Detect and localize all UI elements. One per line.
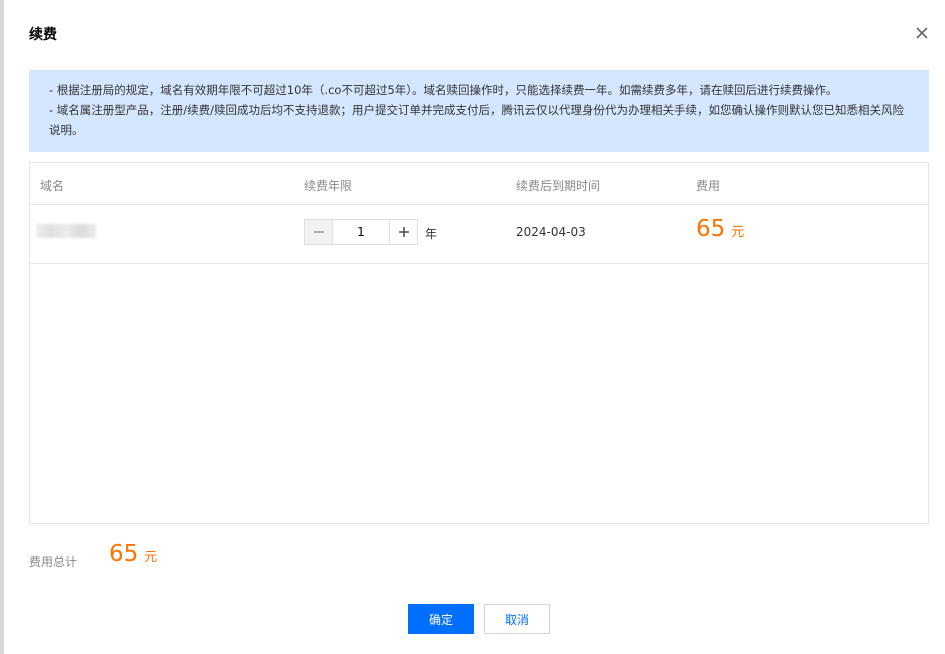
dialog-title: 续费 [29, 27, 57, 43]
total-price: 65 元 [109, 541, 157, 567]
renew-dialog: 续费 - 根据注册局的规定，域名有效期年限不可超过10年（.co不可超过5年）。… [4, 0, 945, 654]
total-label: 费用总计 [29, 555, 78, 569]
years-unit: 年 [425, 227, 438, 241]
years-input[interactable] [333, 220, 389, 244]
minus-icon[interactable] [305, 220, 333, 244]
renew-table: 域名 续费年限 续费后到期时间 费用 年 2024-04-03 65 元 [29, 162, 929, 524]
row-price-currency: 元 [731, 225, 745, 240]
table-header: 域名 续费年限 续费后到期时间 费用 [30, 163, 928, 205]
notice-box: - 根据注册局的规定，域名有效期年限不可超过10年（.co不可超过5年）。域名赎… [29, 70, 929, 152]
header-domain: 域名 [40, 179, 65, 193]
notice-line: - 根据注册局的规定，域名有效期年限不可超过10年（.co不可超过5年）。域名赎… [49, 83, 838, 97]
table-row: 年 2024-04-03 65 元 [30, 204, 928, 264]
close-icon[interactable] [913, 24, 931, 42]
domain-name-redacted [36, 224, 96, 238]
confirm-button[interactable]: 确定 [408, 604, 474, 634]
row-price: 65 元 [696, 216, 744, 242]
total-price-value: 65 [109, 541, 139, 567]
cancel-button[interactable]: 取消 [484, 604, 550, 634]
header-years: 续费年限 [304, 179, 353, 193]
row-price-value: 65 [696, 216, 726, 242]
total-price-currency: 元 [144, 550, 158, 565]
plus-icon[interactable] [389, 220, 417, 244]
years-stepper[interactable] [304, 219, 418, 245]
header-fee: 费用 [696, 179, 721, 193]
expire-date: 2024-04-03 [516, 225, 586, 239]
header-expire: 续费后到期时间 [516, 179, 601, 193]
notice-line: - 域名属注册型产品，注册/续费/赎回成功后均不支持退款；用户提交订单并完成支付… [49, 103, 905, 137]
